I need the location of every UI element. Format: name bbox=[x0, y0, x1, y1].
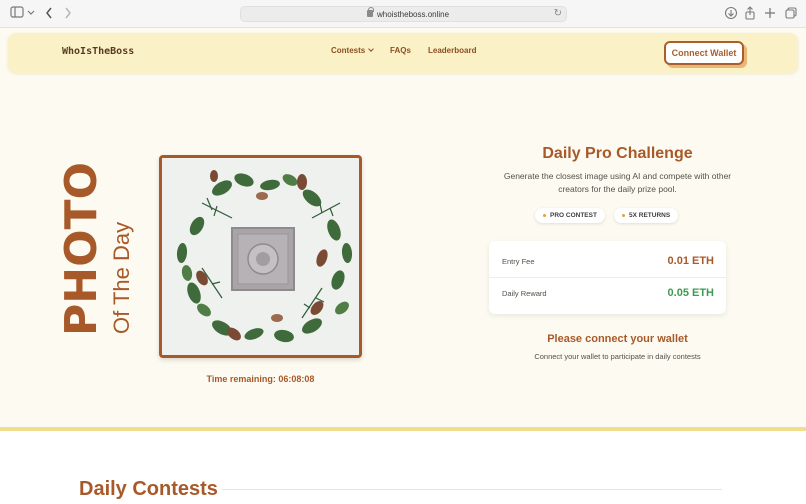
new-tab-icon[interactable] bbox=[764, 6, 776, 22]
challenge-title: Daily Pro Challenge bbox=[542, 145, 693, 162]
dot-icon bbox=[543, 214, 546, 217]
forward-icon[interactable] bbox=[63, 6, 73, 22]
dot-icon bbox=[622, 214, 625, 217]
challenge-description: Generate the closest image using AI and … bbox=[503, 171, 732, 194]
reload-icon[interactable]: ↻ bbox=[554, 7, 562, 21]
address-bar[interactable]: whoistheboss.online ↻ bbox=[240, 6, 567, 22]
daily-contests-title: Daily Contests bbox=[79, 478, 218, 500]
time-remaining: Time remaining: 06:08:08 bbox=[206, 374, 315, 384]
share-icon[interactable] bbox=[744, 6, 756, 22]
nav-faqs[interactable]: FAQs bbox=[390, 46, 411, 55]
browser-toolbar: whoistheboss.online ↻ bbox=[0, 0, 806, 28]
brand-logo[interactable]: WhoIsTheBoss bbox=[62, 46, 134, 57]
connect-wallet-heading: Please connect your wallet bbox=[547, 333, 688, 345]
contest-info-card: Entry Fee 0.01 ETH Daily Reward 0.05 ETH bbox=[489, 241, 726, 314]
photo-vertical-title: PHOTO bbox=[56, 162, 107, 336]
nav-contests-label: Contests bbox=[331, 46, 366, 55]
returns-label: 5X RETURNS bbox=[629, 212, 671, 219]
daily-reward-value: 0.05 ETH bbox=[667, 287, 714, 299]
chevron-down-icon bbox=[368, 46, 375, 52]
site-navbar: WhoIsTheBoss Contests FAQs Leaderboard C… bbox=[8, 33, 798, 73]
download-icon[interactable] bbox=[724, 6, 738, 22]
tabs-overview-icon[interactable] bbox=[784, 6, 798, 22]
nav-leaderboard[interactable]: Leaderboard bbox=[428, 46, 476, 55]
back-icon[interactable] bbox=[44, 6, 54, 22]
lock-icon bbox=[367, 7, 374, 17]
photo-of-the-day-image bbox=[159, 155, 362, 358]
sidebar-icon[interactable] bbox=[10, 6, 24, 22]
daily-reward-label: Daily Reward bbox=[502, 289, 547, 298]
pro-contest-label: PRO CONTEST bbox=[550, 212, 597, 219]
title-underline bbox=[222, 489, 722, 490]
pro-contest-badge: PRO CONTEST bbox=[535, 208, 605, 223]
url-text: whoistheboss.online bbox=[377, 10, 450, 19]
entry-fee-value: 0.01 ETH bbox=[667, 255, 714, 267]
connect-wallet-button[interactable]: Connect Wallet bbox=[664, 41, 744, 65]
nav-contests[interactable]: Contests bbox=[331, 46, 375, 55]
connect-wallet-subtitle: Connect your wallet to participate in da… bbox=[534, 352, 701, 361]
entry-fee-label: Entry Fee bbox=[502, 257, 535, 266]
of-the-day-vertical-subtitle: Of The Day bbox=[109, 221, 134, 334]
chevron-down-icon[interactable] bbox=[27, 6, 35, 22]
returns-badge: 5X RETURNS bbox=[614, 208, 679, 223]
card-divider bbox=[489, 277, 726, 278]
